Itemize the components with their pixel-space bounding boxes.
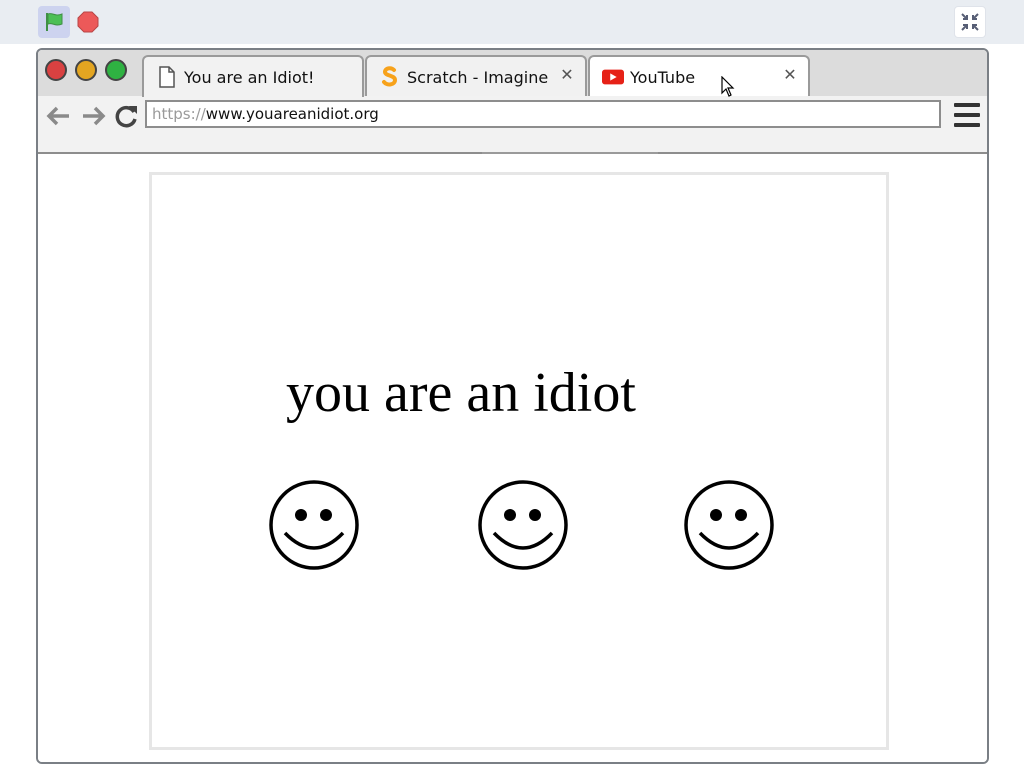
exit-fullscreen-button[interactable] <box>954 6 986 38</box>
browser-titlebar: YouTube ✕ Scratch - Imagine ✕ You are an… <box>38 50 987 97</box>
youtube-icon <box>602 66 624 88</box>
smiley-face-icon <box>684 480 774 570</box>
smiley-face-icon <box>478 480 568 570</box>
smiley-face-icon <box>269 480 359 570</box>
url-host: www.youareanidiot.org <box>205 105 379 123</box>
mouse-cursor-icon <box>721 76 735 97</box>
back-button[interactable] <box>44 102 72 130</box>
address-bar[interactable]: https://www.youareanidiot.org <box>145 100 941 128</box>
tab-scratch[interactable]: Scratch - Imagine ✕ <box>365 55 587 97</box>
browser-toolbar: https://www.youareanidiot.org <box>38 96 987 154</box>
tab-you-are-an-idiot[interactable]: You are an Idiot! <box>142 55 364 97</box>
reload-button[interactable] <box>112 102 140 130</box>
close-window-button[interactable] <box>45 59 67 81</box>
hamburger-icon <box>954 103 980 107</box>
stage-header <box>0 0 1024 44</box>
page-frame: you are an idiot <box>149 172 889 750</box>
forward-button[interactable] <box>80 102 108 130</box>
menu-button[interactable] <box>954 103 980 127</box>
tab-label: You are an Idiot! <box>184 67 315 87</box>
tab-label: Scratch - Imagine <box>407 67 549 87</box>
close-tab-icon[interactable]: ✕ <box>559 67 575 83</box>
page-content: you are an idiot <box>38 154 987 762</box>
green-flag-button[interactable] <box>38 6 70 38</box>
document-icon <box>156 66 178 88</box>
browser-window: YouTube ✕ Scratch - Imagine ✕ You are an… <box>36 48 989 764</box>
tab-label: YouTube <box>630 67 696 87</box>
close-tab-icon[interactable]: ✕ <box>782 67 798 83</box>
page-headline: you are an idiot <box>286 362 636 424</box>
exit-fullscreen-icon <box>961 13 979 31</box>
maximize-window-button[interactable] <box>105 59 127 81</box>
reload-icon <box>115 105 137 128</box>
tab-youtube[interactable]: YouTube ✕ <box>588 55 810 97</box>
url-scheme: https:// <box>152 105 206 123</box>
arrow-right-icon <box>83 106 106 126</box>
green-flag-icon <box>46 13 63 31</box>
arrow-left-icon <box>46 106 69 126</box>
stop-button[interactable] <box>74 8 102 36</box>
scratch-icon <box>379 66 401 88</box>
minimize-window-button[interactable] <box>75 59 97 81</box>
stop-icon <box>77 11 99 33</box>
